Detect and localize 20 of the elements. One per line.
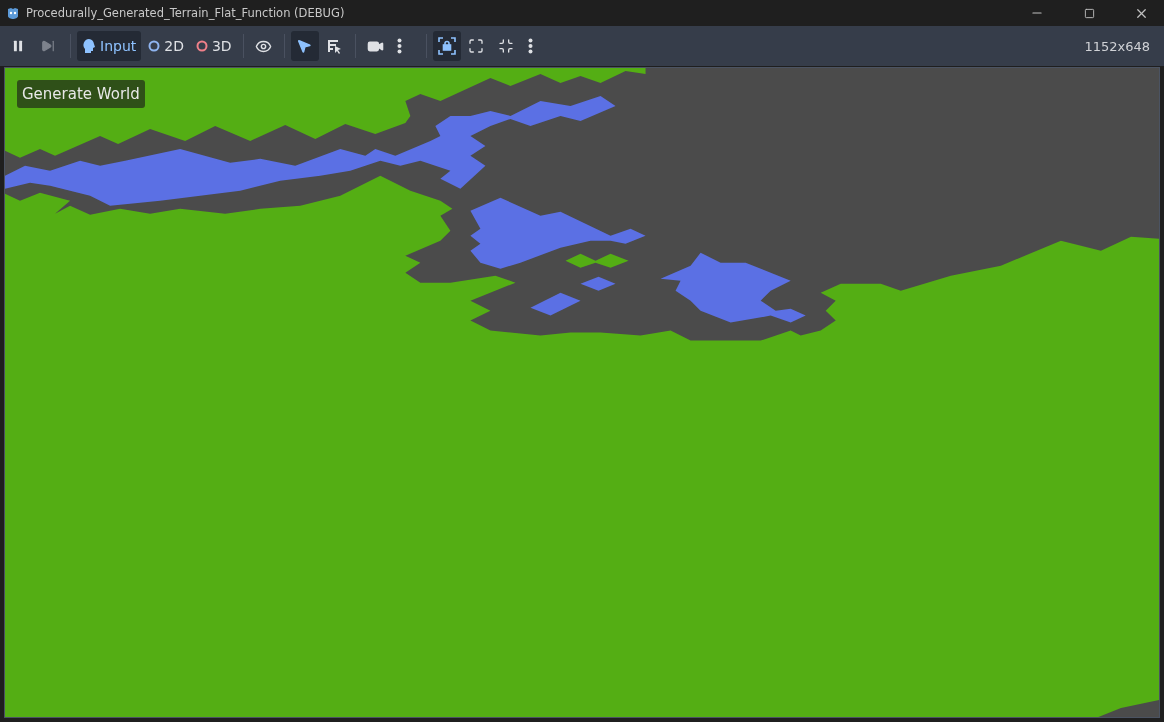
step-icon — [41, 39, 55, 53]
shrink-icon — [497, 38, 514, 54]
camera-lock-icon — [437, 37, 456, 55]
view-tab[interactable]: 2D — [143, 31, 189, 61]
pause-icon — [11, 39, 25, 53]
expand-icon — [467, 38, 484, 54]
input-tab[interactable]: Input — [77, 31, 142, 61]
more-icon — [527, 38, 533, 54]
pointer-icon — [295, 38, 312, 54]
select-tool-button[interactable] — [290, 31, 319, 61]
more-icon — [396, 38, 402, 54]
window-title: Procedurally_Generated_Terrain_Flat_Function (DEBUG) — [26, 6, 346, 20]
maximize-icon — [1083, 7, 1095, 19]
list-pointer-icon — [325, 38, 342, 54]
resolution-label: 1152x648 — [1084, 38, 1151, 54]
view-tab[interactable]: 3D — [190, 31, 237, 61]
camera-lock-button[interactable] — [432, 31, 461, 61]
generate-world-button[interactable]: Generate World — [17, 80, 145, 108]
head-icon — [82, 38, 96, 54]
app-logo-icon — [6, 6, 20, 20]
